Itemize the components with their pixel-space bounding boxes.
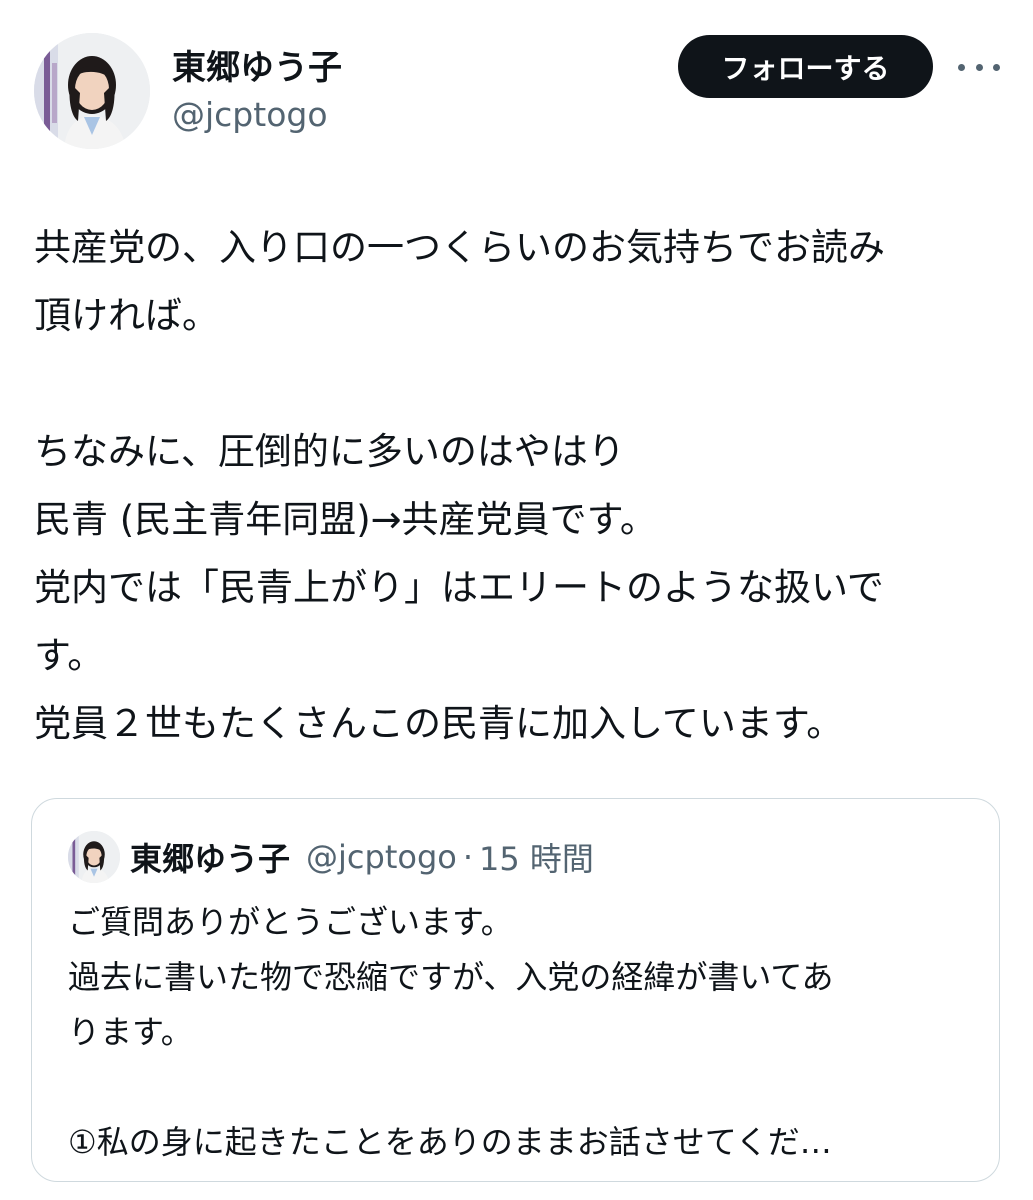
more-horizontal-icon[interactable] (958, 52, 1000, 82)
author-handle[interactable]: @jcptogo (172, 93, 328, 137)
tweet-line: ちなみに、圧倒的に多いのはやはり (34, 430, 625, 473)
tweet-text: 共産党の、入り口の一つくらいのお気持ちでお読み 頂ければ。 ちなみに、圧倒的に多… (34, 214, 1009, 758)
tweet-line: 党内では「民青上がり」はエリートのような扱いで (34, 566, 884, 609)
quoted-author-avatar-image (68, 831, 120, 883)
author-name[interactable]: 東郷ゆう子 (172, 46, 342, 90)
tweet-line: 党員２世もたくさんこの民青に加入しています。 (34, 702, 844, 745)
quoted-timestamp: 15 時間 (479, 840, 594, 878)
quoted-author-handle: @jcptogo (306, 838, 457, 876)
quoted-separator: · (462, 838, 473, 876)
quoted-line: 過去に書いた物で恐縮ですが、入党の経緯が書いてあ (68, 958, 834, 996)
quoted-line: ①私の身に起きたことをありのままお話させてくだ… (68, 1123, 832, 1161)
more-dot (958, 63, 965, 71)
quoted-line: ご質問ありがとうございます。 (68, 903, 513, 941)
author-avatar[interactable] (34, 33, 150, 149)
more-dot (993, 63, 1000, 71)
tweet-line: 共産党の、入り口の一つくらいのお気持ちでお読み (34, 226, 885, 269)
quoted-tweet-header: 東郷ゆう子 @jcptogo · 15 時間 (68, 829, 594, 885)
more-dot (975, 63, 983, 71)
tweet-line: す。 (34, 634, 105, 677)
quoted-author-avatar (68, 831, 120, 883)
tweet-line: 民青 (民主青年同盟)→共産党員です。 (34, 498, 657, 541)
quoted-blank-line (68, 1060, 968, 1115)
quoted-line: ります。 (68, 1013, 193, 1051)
quoted-author-name: 東郷ゆう子 (130, 840, 291, 878)
tweet-line: 頂ければ。 (34, 294, 219, 337)
author-avatar-image (34, 33, 150, 149)
quoted-tweet-card[interactable]: 東郷ゆう子 @jcptogo · 15 時間 ご質問ありがとうございます。 過去… (31, 798, 1000, 1182)
follow-button[interactable]: フォローする (678, 35, 933, 98)
quoted-tweet-text: ご質問ありがとうございます。 過去に書いた物で恐縮ですが、入党の経緯が書いてあ … (68, 895, 968, 1170)
